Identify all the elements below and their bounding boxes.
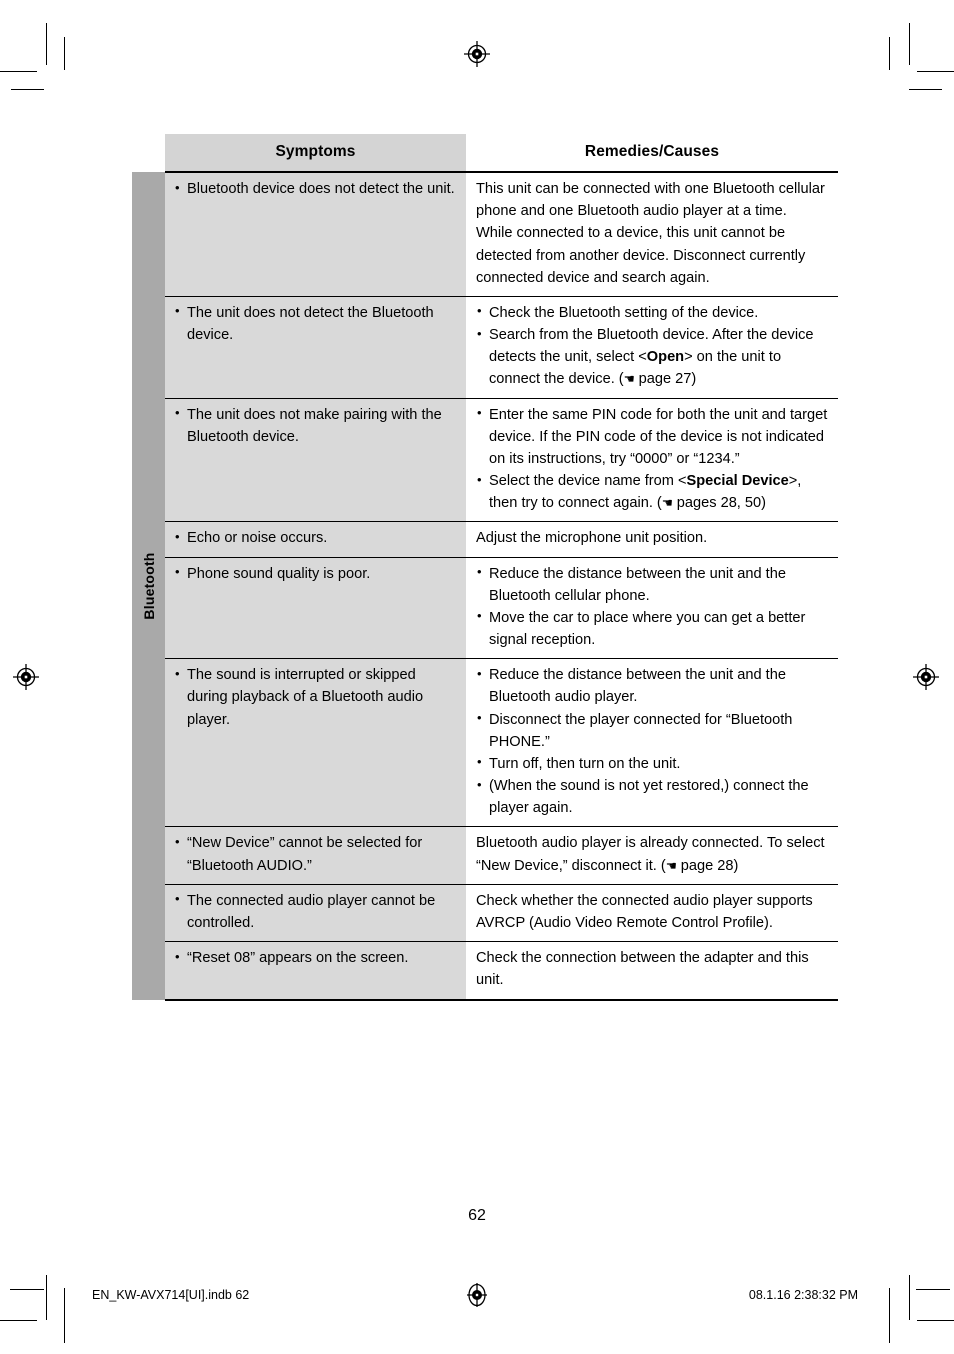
remedy-list-item: Select the device name from <Special Dev… bbox=[476, 470, 830, 514]
remedy-paragraph: Adjust the microphone unit position. bbox=[476, 530, 708, 547]
symptom-list-item: “New Device” cannot be selected for “Blu… bbox=[174, 832, 456, 876]
column-header-remedies: Remedies/Causes bbox=[466, 134, 838, 173]
symptom-cell: The sound is interrupted or skipped duri… bbox=[165, 658, 466, 827]
crop-mark-right-top-outer bbox=[917, 71, 954, 72]
table-header-row: Symptoms Remedies/Causes bbox=[132, 134, 838, 173]
crop-mark-right-bottom-outer bbox=[916, 1289, 950, 1290]
symptom-list-item: The unit does not detect the Bluetooth d… bbox=[174, 301, 456, 346]
remedy-paragraph: Check the connection between the adapter… bbox=[476, 950, 809, 989]
remedy-paragraph: While connected to a device, this unit c… bbox=[476, 225, 806, 286]
remedy-cell: This unit can be connected with one Blue… bbox=[466, 171, 838, 297]
remedy-list-item: Enter the same PIN code for both the uni… bbox=[476, 403, 830, 471]
remedy-cell: Bluetooth audio player is already connec… bbox=[466, 826, 838, 885]
symptom-list: Phone sound quality is poor. bbox=[174, 562, 456, 585]
symptom-list-item: Echo or noise occurs. bbox=[174, 527, 456, 549]
symptom-list-item: The unit does not make pairing with the … bbox=[174, 403, 456, 448]
crop-mark-top-right-outer bbox=[909, 23, 910, 65]
symptom-cell: Bluetooth device does not detect the uni… bbox=[165, 171, 466, 297]
table-row: “Reset 08” appears on the screen. Check t… bbox=[132, 941, 838, 1001]
column-header-symptoms: Symptoms bbox=[165, 134, 466, 173]
remedy-cell: Reduce the distance between the unit and… bbox=[466, 556, 838, 659]
remedy-cell: Enter the same PIN code for both the uni… bbox=[466, 397, 838, 522]
crop-mark-bottom-right-outer bbox=[909, 1275, 910, 1320]
crop-mark-top-left-outer bbox=[46, 23, 47, 65]
remedy-cell: Adjust the microphone unit position. bbox=[466, 521, 838, 558]
crop-mark-left-top-outer bbox=[0, 71, 37, 72]
table-row: Bluetooth Bluetooth device does not detec… bbox=[132, 171, 838, 1000]
remedy-list: Reduce the distance between the unit and… bbox=[476, 664, 830, 819]
table-row: Phone sound quality is poor. Reduce the d… bbox=[132, 556, 838, 659]
crop-mark-bottom-left-outer bbox=[46, 1275, 47, 1320]
remedy-list: Check the Bluetooth setting of the devic… bbox=[476, 301, 830, 391]
table-row: The unit does not detect the Bluetooth d… bbox=[132, 295, 838, 399]
symptom-list: Bluetooth device does not detect the uni… bbox=[174, 177, 456, 200]
remedy-list-item: Search from the Bluetooth device. After … bbox=[476, 324, 830, 391]
registration-mark-bottom bbox=[464, 1282, 490, 1308]
crop-mark-top-right-inner bbox=[889, 37, 890, 70]
section-label-bluetooth: Bluetooth bbox=[140, 552, 157, 620]
symptom-list: “Reset 08” appears on the screen. bbox=[174, 947, 456, 969]
footer-file-slug: EN_KW-AVX714[UI].indb 62 bbox=[92, 1288, 250, 1302]
table-row: “New Device” cannot be selected for “Blu… bbox=[132, 826, 838, 885]
troubleshooting-table: Symptoms Remedies/Causes BluetoothBlueto… bbox=[132, 134, 838, 1001]
remedy-paragraph: This unit can be connected with one Blue… bbox=[476, 181, 825, 220]
remedy-paragraph: Bluetooth audio player is already connec… bbox=[476, 835, 825, 874]
symptom-list-item: Bluetooth device does not detect the uni… bbox=[174, 177, 456, 200]
crop-mark-top-left-inner bbox=[64, 37, 65, 70]
symptom-cell: The unit does not make pairing with the … bbox=[165, 397, 466, 522]
symptom-cell: Echo or noise occurs. bbox=[165, 521, 466, 558]
remedy-list-item: Reduce the distance between the unit and… bbox=[476, 562, 830, 607]
symptom-list: Echo or noise occurs. bbox=[174, 527, 456, 549]
registration-mark-right bbox=[913, 664, 939, 690]
symptom-cell: “Reset 08” appears on the screen. bbox=[165, 941, 466, 1001]
remedy-list-item: Check the Bluetooth setting of the devic… bbox=[476, 301, 830, 324]
symptom-list-item: The connected audio player cannot be con… bbox=[174, 889, 456, 934]
crop-mark-left-bottom-outer bbox=[10, 1289, 44, 1290]
symptom-list: The sound is interrupted or skipped duri… bbox=[174, 664, 456, 731]
crop-mark-right-bottom-inner bbox=[917, 1320, 954, 1321]
remedy-list-item: Move the car to place where you can get … bbox=[476, 606, 830, 651]
header-side-spacer bbox=[132, 134, 165, 172]
symptom-list: The connected audio player cannot be con… bbox=[174, 889, 456, 934]
remedy-cell: Check the connection between the adapter… bbox=[466, 941, 838, 1001]
remedy-list: Reduce the distance between the unit and… bbox=[476, 562, 830, 652]
section-side-band: Bluetooth bbox=[132, 172, 165, 1000]
remedy-list-item: Reduce the distance between the unit and… bbox=[476, 664, 830, 708]
remedy-list-item: (When the sound is not yet restored,) co… bbox=[476, 775, 830, 819]
remedy-cell: Check whether the connected audio player… bbox=[466, 883, 838, 942]
crop-mark-bottom-left-inner bbox=[64, 1288, 65, 1343]
footer-timestamp: 08.1.16 2:38:32 PM bbox=[748, 1288, 858, 1302]
symptom-list: The unit does not make pairing with the … bbox=[174, 403, 456, 448]
table-row: The unit does not make pairing with the … bbox=[132, 397, 838, 522]
remedy-cell: Reduce the distance between the unit and… bbox=[466, 658, 838, 827]
table-body: Bluetooth Bluetooth device does not detec… bbox=[132, 171, 838, 1001]
symptom-list: “New Device” cannot be selected for “Blu… bbox=[174, 832, 456, 876]
troubleshooting-table-container: Symptoms Remedies/Causes BluetoothBlueto… bbox=[132, 134, 838, 1001]
remedy-list: Enter the same PIN code for both the uni… bbox=[476, 403, 830, 515]
remedy-cell: Check the Bluetooth setting of the devic… bbox=[466, 295, 838, 399]
crop-mark-right-top-inner bbox=[909, 89, 942, 90]
symptom-list: The unit does not detect the Bluetooth d… bbox=[174, 301, 456, 346]
symptom-cell: “New Device” cannot be selected for “Blu… bbox=[165, 826, 466, 885]
crop-mark-left-top-inner bbox=[11, 89, 44, 90]
table-row: The connected audio player cannot be con… bbox=[132, 883, 838, 942]
symptom-cell: Phone sound quality is poor. bbox=[165, 556, 466, 659]
registration-mark-left bbox=[13, 664, 39, 690]
page-number: 62 bbox=[468, 1207, 486, 1224]
crop-mark-left-bottom-inner bbox=[0, 1320, 37, 1321]
registration-mark-top bbox=[464, 41, 490, 67]
symptom-list-item: “Reset 08” appears on the screen. bbox=[174, 947, 456, 969]
remedy-paragraph: Check whether the connected audio player… bbox=[476, 892, 813, 931]
remedy-list-item: Disconnect the player connected for “Blu… bbox=[476, 708, 830, 753]
crop-mark-bottom-right-inner bbox=[889, 1288, 890, 1343]
symptom-cell: The connected audio player cannot be con… bbox=[165, 883, 466, 942]
table-row: The sound is interrupted or skipped duri… bbox=[132, 658, 838, 827]
symptom-list-item: Phone sound quality is poor. bbox=[174, 562, 456, 585]
manual-page: Symptoms Remedies/Causes BluetoothBlueto… bbox=[0, 0, 954, 1354]
symptom-list-item: The sound is interrupted or skipped duri… bbox=[174, 664, 456, 731]
symptom-cell: The unit does not detect the Bluetooth d… bbox=[165, 295, 466, 399]
remedy-list-item: Turn off, then turn on the unit. bbox=[476, 752, 830, 775]
table-header: Symptoms Remedies/Causes bbox=[132, 134, 838, 173]
table-row: Echo or noise occurs. Adjust the micropho… bbox=[132, 521, 838, 558]
